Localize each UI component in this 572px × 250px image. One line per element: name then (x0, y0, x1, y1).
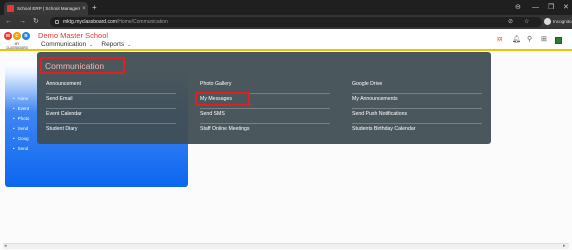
menu-item-staff-online-meetings[interactable]: Staff Online Meetings (200, 124, 330, 139)
reload-icon[interactable]: ↻ (33, 17, 39, 27)
menu-item-students-birthday-calendar[interactable]: Students Birthday Calendar (352, 124, 482, 139)
browser-tab-bar: School ERP | School Management × + ⊖ — ❐… (0, 0, 572, 15)
back-icon[interactable]: ← (5, 17, 12, 27)
nav-communication[interactable]: Communication ⌄ (41, 41, 93, 48)
address-bar: ← → ↻ mktg.myclassboard.com /Home/Commun… (0, 15, 572, 29)
search-icon[interactable]: ⚲ (527, 36, 532, 44)
incognito-label: Incognito (553, 19, 572, 24)
communication-mega-menu: Communication Announcement Send Email Ev… (37, 52, 491, 144)
logo-letter-c: C (13, 32, 21, 40)
menu-item-send-sms[interactable]: Send SMS (200, 109, 330, 124)
menu-item-send-email[interactable]: Send Email (46, 94, 176, 109)
list-item[interactable]: Event (13, 104, 30, 114)
incognito-badge[interactable]: Incognito (544, 18, 572, 25)
scroll-right-icon[interactable]: ▸ (563, 243, 566, 249)
menu-item-event-calendar[interactable]: Event Calendar (46, 109, 176, 124)
logo-letter-m: M (4, 32, 12, 40)
new-tab-button[interactable]: + (92, 2, 97, 13)
bookmark-star-icon[interactable]: ☆ (524, 17, 529, 27)
list-item[interactable]: Send (13, 144, 29, 154)
minimize-button[interactable]: — (532, 2, 539, 13)
account-icon[interactable]: ⊖ (515, 2, 521, 13)
menu-item-student-diary[interactable]: Student Diary (46, 124, 176, 139)
lock-icon (55, 20, 59, 24)
mega-menu-title: Communication (45, 61, 105, 71)
app-header: M C B MY CLASSBOARD Demo Master School C… (0, 29, 572, 51)
url-field[interactable]: mktg.myclassboard.com /Home/Communicatio… (50, 17, 542, 27)
nav-reports[interactable]: Reports ⌄ (101, 41, 131, 48)
square-icon[interactable] (555, 37, 562, 44)
nav-reports-label: Reports (101, 41, 125, 48)
tracking-icon[interactable]: ⊘ (508, 17, 513, 27)
my-messages-highlight-box (195, 92, 250, 106)
list-item[interactable]: Photo (13, 114, 30, 124)
url-path: /Home/Communication (116, 19, 168, 25)
school-name: Demo Master School (38, 31, 109, 40)
maximize-button[interactable]: ❐ (548, 2, 554, 13)
menu-item-google-drive[interactable]: Google Drive (352, 79, 482, 94)
logo-text: MY CLASSBOARD (6, 42, 28, 50)
incognito-icon (544, 18, 551, 25)
close-tab-icon[interactable]: × (80, 6, 88, 12)
forward-icon[interactable]: → (19, 17, 26, 27)
nav-communication-label: Communication (41, 41, 87, 48)
grid-icon[interactable]: ⊞ (541, 36, 547, 44)
chevron-down-icon: ⌄ (127, 41, 132, 48)
main-nav: Communication ⌄ Reports ⌄ (41, 41, 131, 48)
tab-title: School ERP | School Management (17, 6, 80, 11)
card-list: Anno Event Photo Send Goog Send (13, 94, 30, 154)
menu-item-announcement[interactable]: Announcement (46, 79, 176, 94)
list-item[interactable]: Send (13, 124, 29, 134)
favicon-icon (7, 5, 14, 12)
bell-icon[interactable]: 🔔︎ (512, 36, 521, 44)
list-item[interactable]: Goog (13, 134, 29, 144)
school-logo[interactable]: M C B MY CLASSBOARD (4, 30, 30, 50)
menu-item-send-push-notifications[interactable]: Send Push Notifications (352, 109, 482, 124)
scroll-left-icon[interactable]: ◂ (4, 243, 7, 249)
flag-icon[interactable]: 𝍊 (497, 36, 502, 44)
menu-item-my-announcements[interactable]: My Announcements (352, 94, 482, 109)
horizontal-scrollbar[interactable]: ◂ ▸ (3, 243, 569, 249)
browser-tab[interactable]: School ERP | School Management × (4, 2, 88, 15)
logo-letter-b: B (22, 32, 30, 40)
url-host: mktg.myclassboard.com (63, 19, 117, 25)
close-window-button[interactable]: ✕ (563, 2, 569, 13)
chevron-down-icon: ⌄ (89, 41, 94, 48)
list-item[interactable]: Anno (13, 94, 29, 104)
